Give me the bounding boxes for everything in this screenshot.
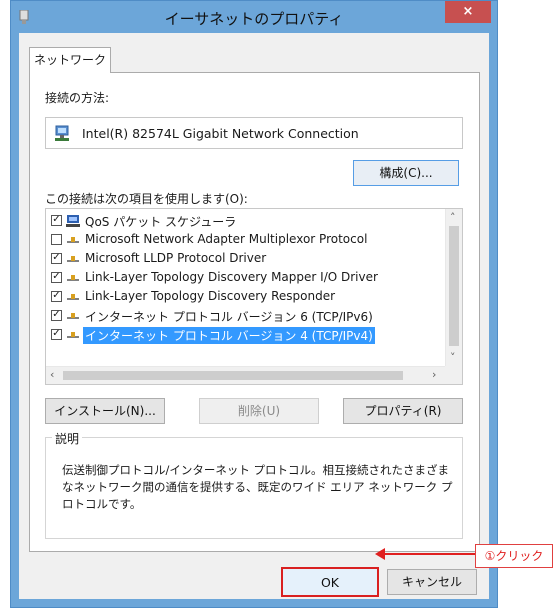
properties-dialog: イーサネットのプロパティ × ネットワーク 接続の方法: Intel(R) 82… <box>10 0 498 608</box>
scroll-left-icon[interactable]: ‹ <box>50 368 54 381</box>
scroll-down-icon[interactable]: ˅ <box>450 351 456 364</box>
callout-label: ①クリック <box>475 544 553 568</box>
protocol-icon <box>67 294 79 300</box>
description-text: 伝送制御プロトコル/インターネット プロトコル。相互接続されたさまざまなネットワ… <box>62 463 453 511</box>
checkbox[interactable] <box>51 234 62 245</box>
title-bar[interactable]: イーサネットのプロパティ × <box>11 1 497 33</box>
list-item[interactable]: ✓ Link-Layer Topology Discovery Responde… <box>46 287 446 307</box>
list-item-label: Microsoft Network Adapter Multiplexor Pr… <box>85 232 368 246</box>
protocol-icon <box>67 332 79 338</box>
scroll-right-icon[interactable]: › <box>432 368 436 381</box>
list-item-label: QoS パケット スケジューラ <box>85 215 237 229</box>
items-label: この接続は次の項目を使用します(O): <box>45 192 248 206</box>
callout-arrow-icon <box>375 548 475 560</box>
cancel-button[interactable]: キャンセル <box>387 569 477 595</box>
window-title: イーサネットのプロパティ <box>164 10 344 28</box>
checkbox[interactable]: ✓ <box>51 272 62 283</box>
checkbox[interactable]: ✓ <box>51 215 62 226</box>
list-item-label: インターネット プロトコル バージョン 4 (TCP/IPv4) <box>83 327 375 344</box>
list-item-label: Microsoft LLDP Protocol Driver <box>85 251 267 265</box>
protocol-icon <box>67 237 79 243</box>
list-item-selected[interactable]: ✓ インターネット プロトコル バージョン 4 (TCP/IPv4) <box>46 325 446 345</box>
checkbox[interactable]: ✓ <box>51 291 62 302</box>
scrollbar-corner <box>445 366 462 384</box>
connect-using-label: 接続の方法: <box>45 91 110 105</box>
install-button[interactable]: インストール(N)... <box>45 398 165 424</box>
description-legend: 説明 <box>52 430 83 447</box>
tab-network[interactable]: ネットワーク <box>29 47 111 73</box>
list-item-label: Link-Layer Topology Discovery Mapper I/O… <box>85 270 378 284</box>
list-item-label: Link-Layer Topology Discovery Responder <box>85 289 336 303</box>
checkbox[interactable]: ✓ <box>51 253 62 264</box>
description-group: 説明 伝送制御プロトコル/インターネット プロトコル。相互接続されたさまざまなネ… <box>45 430 463 539</box>
qos-scheduler-icon <box>66 215 80 227</box>
protocol-icon <box>67 275 79 281</box>
protocol-icon <box>67 256 79 262</box>
horizontal-scroll-thumb[interactable] <box>63 371 403 380</box>
list-item[interactable]: ✓ Link-Layer Topology Discovery Mapper I… <box>46 268 446 288</box>
list-item[interactable]: ✓ インターネット プロトコル バージョン 6 (TCP/IPv6) <box>46 306 446 326</box>
vertical-scrollbar[interactable]: ˄ ˅ <box>445 209 462 367</box>
list-item[interactable]: ✓ QoS パケット スケジューラ <box>46 211 446 231</box>
list-item-label: インターネット プロトコル バージョン 6 (TCP/IPv6) <box>85 310 373 324</box>
close-button[interactable]: × <box>445 1 491 23</box>
adapter-name: Intel(R) 82574L Gigabit Network Connecti… <box>82 126 359 141</box>
list-item[interactable]: Microsoft Network Adapter Multiplexor Pr… <box>46 230 446 250</box>
configure-button[interactable]: 構成(C)... <box>353 160 459 186</box>
items-list[interactable]: ✓ QoS パケット スケジューラ Microsoft Network Adap… <box>45 208 463 385</box>
network-tab-panel: 接続の方法: Intel(R) 82574L Gigabit Network C… <box>29 72 480 552</box>
vertical-scroll-thumb[interactable] <box>449 226 459 346</box>
network-adapter-icon <box>55 125 69 141</box>
protocol-icon <box>67 313 79 319</box>
checkbox[interactable]: ✓ <box>51 329 62 340</box>
remove-button[interactable]: 削除(U) <box>199 398 319 424</box>
checkbox[interactable]: ✓ <box>51 310 62 321</box>
scroll-up-icon[interactable]: ˄ <box>450 211 456 224</box>
ok-button[interactable]: OK <box>281 567 379 597</box>
dialog-client-area: ネットワーク 接続の方法: Intel(R) 82574L Gigabit Ne… <box>19 33 489 599</box>
adapter-box: Intel(R) 82574L Gigabit Network Connecti… <box>45 117 463 149</box>
horizontal-scrollbar[interactable]: ‹ › <box>46 366 446 384</box>
properties-button[interactable]: プロパティ(R) <box>343 398 463 424</box>
list-item[interactable]: ✓ Microsoft LLDP Protocol Driver <box>46 249 446 269</box>
